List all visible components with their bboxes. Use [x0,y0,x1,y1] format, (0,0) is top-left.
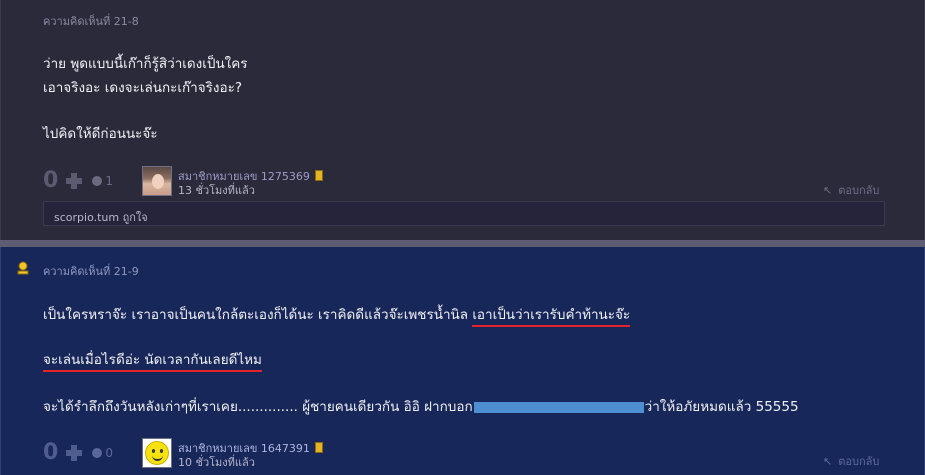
member-badge-icon [314,442,323,453]
comment-text-line: เอาจริงอะ เดงจะเล่นกะเก๊าจริงอะ? [43,80,243,96]
emotion-count[interactable]: 1 [92,174,113,188]
reply-label: ตอบกลับ [838,184,880,197]
timestamp: 13 ชั่วโมงที่แล้ว [178,184,255,197]
emotion-count-value: 1 [105,173,113,188]
underlined-text: จะเล่นเมื่อไรดีอ่ะ นัดเวลากันเลยดีไหม [43,352,262,372]
emotion-icon [92,175,103,186]
emotion-count[interactable]: 0 [92,446,113,460]
vote-count: 0 [43,168,59,193]
smiley-icon [145,441,169,465]
comment-divider [0,240,925,247]
comment-text-line: เป็นใครหราจ๊ะ เราอาจเป็นคนใกล้ตะเองก็ได้… [43,303,631,327]
comment-label: ความคิดเห็นที่ 21-9 [43,265,139,278]
comment-text-line: ว่าย พูดแบบนี้เก๊าก็รู้สิว่าเดงเป็นใคร [43,56,248,72]
reply-button[interactable]: ↖ ตอบกลับ [823,452,879,470]
comment-21-9: ความคิดเห็นที่ 21-9 เป็นใครหราจ๊ะ เราอาจ… [0,247,925,475]
reply-button[interactable]: ↖ ตอบกลับ [823,181,879,199]
comment-text-segment: เป็นใครหราจ๊ะ เราอาจเป็นคนใกล้ตะเองก็ได้… [43,307,473,323]
avatar[interactable] [142,438,172,468]
comment-text-segment: จะได้รำลึกถึงวันหลังเก่าๆที่เราเคย......… [43,399,473,415]
vote-area: 0 1 [43,168,113,193]
comment-text-line: จะเล่นเมื่อไรดีอ่ะ นัดเวลากันเลยดีไหม [43,348,262,372]
underlined-text: เอาเป็นว่าเรารับคำท้านะจ๊ะ [472,307,631,327]
reply-label: ตอบกลับ [838,455,880,468]
vote-area: 0 0 [43,440,113,465]
reply-arrow-icon: ↖ [823,184,833,197]
liked-by-text[interactable]: scorpio.tum ถูกใจ [54,211,148,224]
emotion-icon [92,447,103,458]
comment-text-segment: ว่าให้อภัยหมดแล้ว 55555 [644,399,799,415]
plus-icon[interactable] [66,444,83,461]
comment-text-line: ไปคิดให้ดีก่อนนะจ๊ะ [43,126,158,142]
reply-arrow-icon: ↖ [823,455,833,468]
avatar[interactable] [142,166,172,196]
member-badge-icon [314,170,323,181]
comment-label: ความคิดเห็นที่ 21-8 [43,15,139,28]
plus-icon[interactable] [66,172,83,189]
redaction-bar [473,401,644,413]
emotion-count-value: 0 [105,445,113,460]
vote-count: 0 [43,440,59,465]
timestamp: 10 ชั่วโมงที่แล้ว [178,456,255,469]
comment-text-line: จะได้รำลึกถึงวันหลังเก่าๆที่เราเคย......… [43,395,799,417]
comment-21-8: ความคิดเห็นที่ 21-8 ว่าย พูดแบบนี้เก๊าก็… [0,0,925,240]
owner-icon [17,261,29,275]
liked-by-bar: scorpio.tum ถูกใจ [43,201,885,226]
